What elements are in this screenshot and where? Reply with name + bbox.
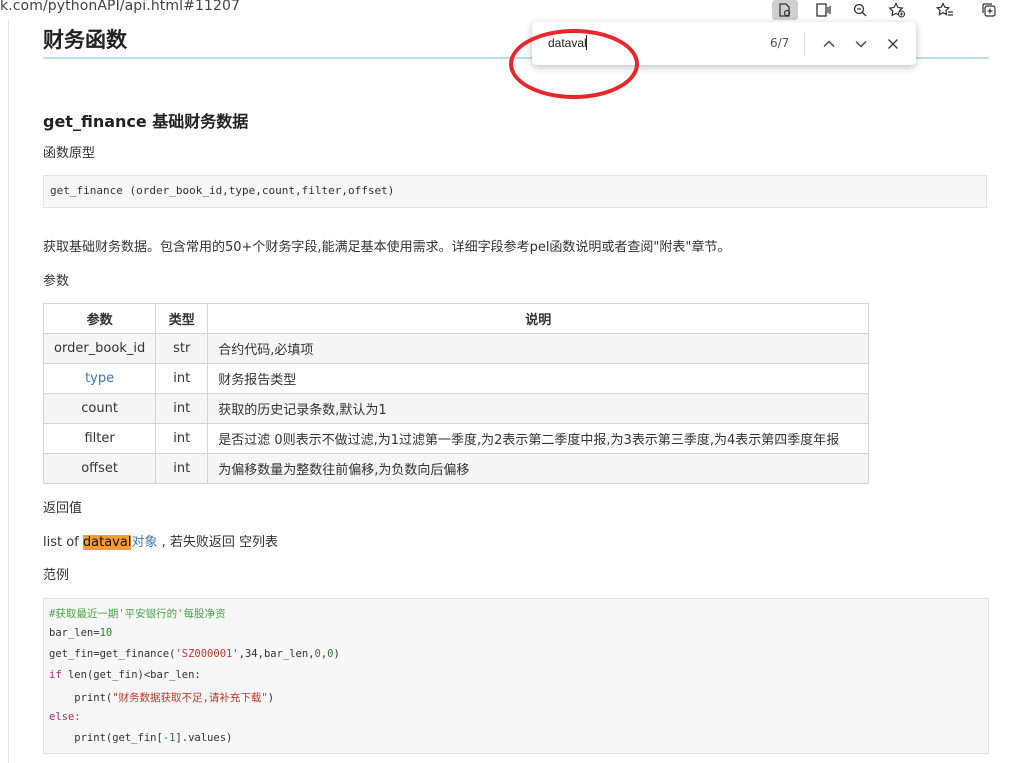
code-token: if [49,669,62,681]
red-annotation-circle [509,29,639,99]
param-name: filter [42,423,157,454]
code-token: ) [333,648,340,660]
find-close-button[interactable] [880,31,906,57]
code-token: -1 [162,732,176,744]
code-token: get_fin=get_finance( [49,648,176,660]
find-match-count: 6/7 [770,36,790,50]
address-bar[interactable]: k.com/pythonAPI/api.html#11207 [0,0,240,14]
find-next-button[interactable] [848,31,874,57]
chevron-down-icon [855,41,867,48]
code-line: else: [49,711,81,723]
param-type: int [155,363,209,394]
read-aloud-icon[interactable] [811,0,837,20]
code-line: get_fin=get_finance('SZ000001',34,bar_le… [49,648,340,660]
param-name: order_book_id [42,333,157,364]
chevron-up-icon [823,40,835,47]
return-suffix: , 若失败返回 空列表 [157,535,278,550]
param-desc: 合约代码,必填项 [207,333,870,364]
param-name: offset [42,453,157,484]
code-line: #获取最近一期'平安银行的'每股净资 [49,608,226,620]
return-prefix: list of [43,535,83,550]
param-type: int [155,423,209,454]
browser-toolbar: k.com/pythonAPI/api.html#11207 [0,0,1029,20]
table-row: order_book_id str 合约代码,必填项 [42,333,870,364]
table-header-row: 参数 类型 说明 [42,303,870,334]
function-description: 获取基础财务数据。包含常用的50+个财务字段,能满足基本使用需求。详细字段参考p… [43,240,731,255]
code-token: 'SZ000001' [175,648,239,660]
param-name: count [42,393,157,424]
page-title: 财务函数 [43,28,127,52]
find-highlight: dataval [82,535,132,550]
code-token: ].values) [175,732,233,744]
param-desc: 获取的历史记录条数,默认为1 [207,393,870,424]
zoom-icon[interactable] [847,0,873,20]
immersive-reader-icon[interactable] [772,0,798,20]
favorites-icon[interactable] [932,0,958,20]
table-row: offset int 为偏移数量为整数往前偏移,为负数向后偏移 [42,453,870,484]
example-code-block: #获取最近一期'平安银行的'每股净资 bar_len=10 get_fin=ge… [43,598,989,754]
code-token: print(get_fin[ [49,732,163,744]
return-label: 返回值 [43,501,83,516]
find-previous-button[interactable] [816,31,842,57]
param-desc: 是否过滤 0则表示不做过滤,为1过滤第一季度,为2表示第二季度中报,为3表示第三… [207,423,870,454]
table-row: count int 获取的历史记录条数,默认为1 [42,393,870,424]
table-row: filter int 是否过滤 0则表示不做过滤,为1过滤第一季度,为2表示第二… [42,423,870,454]
find-divider [804,32,805,56]
code-token: "财务数据获取不足,请补充下载" [112,692,268,704]
function-heading: get_finance 基础财务数据 [43,112,249,131]
column-header: 说明 [207,303,870,334]
param-type: int [155,453,209,484]
code-token: print( [49,692,113,704]
param-desc: 财务报告类型 [207,363,870,394]
close-icon [888,39,898,49]
param-type: int [155,393,209,424]
params-label: 参数 [43,274,70,289]
column-header: 类型 [155,303,209,334]
code-line: bar_len=10 [49,627,112,639]
prototype-code: get_finance (order_book_id,type,count,fi… [43,175,987,208]
param-type: str [155,333,209,364]
return-value-text: list of dataval对象 , 若失败返回 空列表 [43,531,278,550]
code-token: ) [267,692,275,704]
return-type-link[interactable]: 对象 [131,535,157,550]
param-desc: 为偏移数量为整数往前偏移,为负数向后偏移 [207,453,870,484]
prototype-label: 函数原型 [43,146,96,161]
favorite-add-icon[interactable] [884,0,910,20]
params-table: 参数 类型 说明 order_book_id str 合约代码,必填项 type… [42,303,870,484]
code-token: bar_len= [49,627,100,639]
code-line: if len(get_fin)<bar_len: [49,669,201,681]
code-token: ,34,bar_len, [238,648,315,660]
code-line: print("财务数据获取不足,请补充下载") [49,690,274,705]
code-token: len(get_fin)<bar_len: [61,669,201,681]
page-border [8,20,9,763]
table-row: type int 财务报告类型 [42,363,870,394]
code-line: print(get_fin[-1].values) [49,732,232,744]
collections-icon[interactable] [976,0,1002,20]
param-name-link[interactable]: type [42,363,157,394]
column-header: 参数 [42,303,157,334]
code-token: 10 [99,627,113,639]
example-label: 范例 [43,568,70,583]
